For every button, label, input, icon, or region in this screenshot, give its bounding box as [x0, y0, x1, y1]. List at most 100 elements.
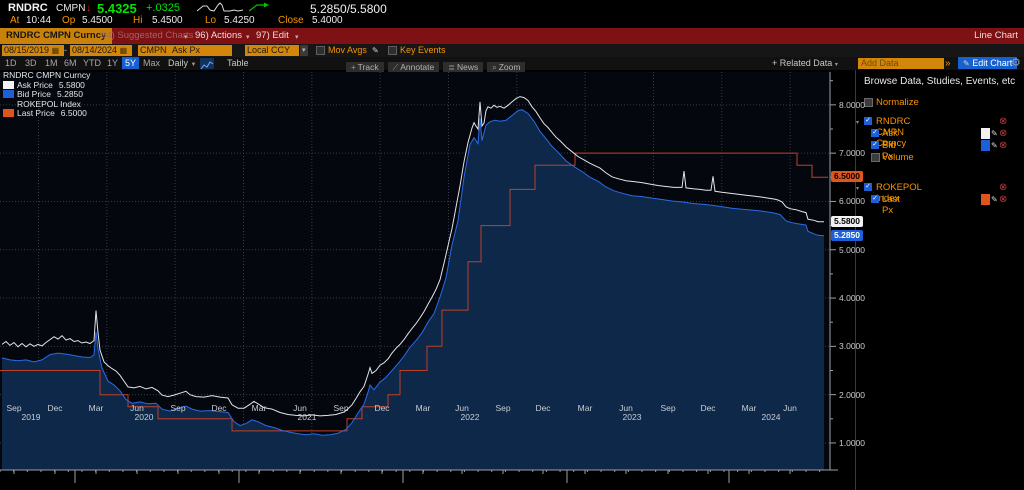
y-axis-label: 7.0000: [839, 148, 865, 158]
dropdown-icon: ▾: [184, 33, 188, 41]
currency-dropdown-button[interactable]: ▾: [300, 45, 308, 56]
expander-icon[interactable]: ▾: [856, 118, 859, 129]
calendar-icon: ▦: [52, 45, 60, 56]
period-tab-5y-active[interactable]: 5Y: [122, 57, 139, 69]
chart-legend: RNDRC CMPN Curncy Ask Price5.5800 Bid Pr…: [3, 71, 90, 119]
ask-swatch: [3, 81, 14, 89]
menu-bar: RNDRC CMPN Curncy 94) Suggested Charts ▾…: [0, 28, 1024, 44]
date-range-dash: -: [64, 45, 67, 55]
x-axis-month-label: Dec: [530, 403, 556, 413]
toolbar-row-1: 08/15/2019 ▦ - 08/14/2024 ▦ CMPN Ask Px …: [0, 44, 1024, 57]
y-axis-label: 1.0000: [839, 438, 865, 448]
normalize-label[interactable]: Normalize: [876, 97, 919, 108]
pencil-icon[interactable]: ✎: [991, 128, 998, 139]
price-down-arrow-icon: ↓: [86, 3, 91, 14]
normalize-checkbox[interactable]: [864, 98, 873, 107]
open-value: 5.4500: [82, 15, 113, 26]
x-axis-month-label: Mar: [410, 403, 436, 413]
pencil-icon[interactable]: ✎: [991, 140, 998, 151]
remove-icon[interactable]: ⊗: [999, 128, 1007, 139]
low-label: Lo: [205, 15, 216, 26]
y-axis-label: 3.0000: [839, 341, 865, 351]
price-chart-svg[interactable]: [0, 70, 856, 490]
item-color-swatch[interactable]: [981, 140, 990, 151]
panel-divider: [855, 70, 856, 490]
x-axis-year-label: 2019: [16, 412, 46, 422]
ticker: RNDRC: [8, 2, 48, 14]
period-tab-1y[interactable]: 1Y: [104, 57, 121, 70]
line-chart-type-icon[interactable]: [200, 58, 214, 69]
remove-icon[interactable]: ⊗: [999, 140, 1007, 151]
pencil-icon: ✎: [963, 59, 970, 68]
legend-last-row: Last Price6.5000: [3, 109, 90, 119]
dropdown-icon: ▾: [295, 33, 299, 41]
date-from-input[interactable]: 08/15/2019 ▦: [2, 45, 64, 56]
axis-price-badge: 5.5800: [831, 216, 863, 227]
period-tab-3d[interactable]: 3D: [22, 57, 40, 70]
table-button[interactable]: Table: [227, 57, 249, 70]
at-time: 10:44: [26, 15, 51, 26]
remove-icon[interactable]: ⊗: [999, 194, 1007, 205]
x-axis-month-label: Sep: [490, 403, 516, 413]
remove-icon[interactable]: ⊗: [999, 182, 1007, 193]
group-checkbox[interactable]: ✓: [864, 183, 872, 191]
last-swatch: [3, 109, 14, 117]
x-axis-month-label: Dec: [369, 403, 395, 413]
screen-title: Line Chart: [974, 28, 1018, 44]
add-data-input[interactable]: Add Data: [858, 58, 944, 69]
item-label[interactable]: Last Px: [882, 194, 900, 216]
chart-plot-area[interactable]: RNDRC CMPN Curncy Ask Price5.5800 Bid Pr…: [0, 70, 856, 490]
period-tab-1d[interactable]: 1D: [2, 57, 20, 70]
key-events-label[interactable]: Key Events: [400, 44, 446, 57]
period-tab-ytd[interactable]: YTD: [80, 57, 104, 70]
y-axis-label: 5.0000: [839, 245, 865, 255]
security-tab[interactable]: RNDRC CMPN Curncy: [0, 28, 112, 44]
period-tab-6m[interactable]: 6M: [61, 57, 80, 70]
x-axis-year-label: 2021: [292, 412, 322, 422]
item-label[interactable]: Volume: [882, 152, 914, 163]
x-axis-month-label: Mar: [572, 403, 598, 413]
y-axis-label: 2.0000: [839, 390, 865, 400]
high-label: Hi: [133, 15, 142, 26]
pencil-icon[interactable]: ✎: [991, 194, 998, 205]
menu-suggested-charts[interactable]: 94) Suggested Charts: [101, 28, 193, 44]
period-tab-max[interactable]: Max: [140, 57, 163, 70]
edit-chart-button[interactable]: ✎ Edit Chart: [958, 57, 1017, 69]
item-color-swatch[interactable]: [981, 128, 990, 139]
mov-avgs-checkbox[interactable]: [316, 46, 325, 55]
gear-icon[interactable]: ⚙: [1011, 57, 1021, 70]
menu-edit[interactable]: 97) Edit: [256, 28, 289, 44]
menu-actions[interactable]: 96) Actions: [195, 28, 242, 44]
pricing-source-button[interactable]: CMPN: [138, 45, 170, 56]
field-select-button[interactable]: Ask Px: [170, 45, 232, 56]
key-events-checkbox[interactable]: [388, 46, 397, 55]
remove-icon[interactable]: ⊗: [999, 116, 1007, 127]
item-checkbox[interactable]: [871, 153, 880, 162]
y-axis-label: 8.0000: [839, 100, 865, 110]
y-axis-label: 6.0000: [839, 196, 865, 206]
dropdown-icon: ▾: [246, 33, 250, 41]
period-tab-1m[interactable]: 1M: [42, 57, 61, 70]
item-color-swatch[interactable]: [981, 194, 990, 205]
high-value: 5.4500: [152, 15, 183, 26]
group-checkbox[interactable]: ✓: [864, 117, 872, 125]
axis-price-badge: 5.2850: [831, 230, 863, 241]
chevrons-icon[interactable]: »: [945, 57, 951, 70]
x-axis-month-label: Sep: [328, 403, 354, 413]
at-label: At: [10, 15, 19, 26]
item-checkbox[interactable]: ✓: [871, 129, 879, 137]
mov-avgs-label[interactable]: Mov Avgs: [328, 44, 367, 57]
date-to-input[interactable]: 08/14/2024 ▦: [70, 45, 132, 56]
quote-source: CMPN: [56, 3, 85, 14]
item-checkbox[interactable]: ✓: [871, 195, 879, 203]
expander-icon[interactable]: ▾: [856, 184, 859, 195]
bid-ask-quote: 5.2850/5.5800: [310, 2, 387, 16]
trend-arrow-icon: [249, 2, 271, 14]
close-label: Close: [278, 15, 304, 26]
dropdown-icon: ▾: [835, 62, 838, 68]
currency-select[interactable]: Local CCY: [245, 45, 299, 56]
bid-swatch: [3, 90, 14, 98]
item-checkbox[interactable]: ✓: [871, 141, 879, 149]
x-axis-year-label: 2023: [617, 412, 647, 422]
pencil-icon[interactable]: ✎: [372, 44, 379, 57]
